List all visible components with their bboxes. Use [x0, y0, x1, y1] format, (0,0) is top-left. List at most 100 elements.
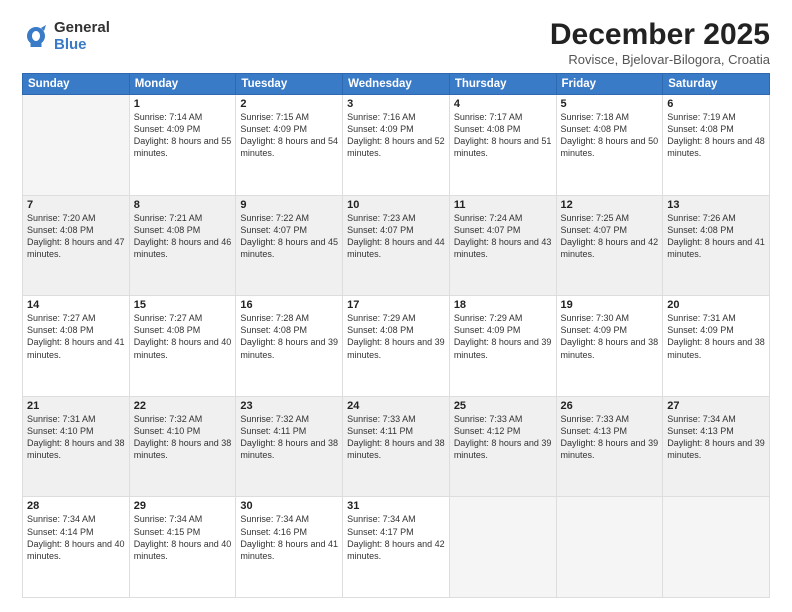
day-info: Sunrise: 7:33 AMSunset: 4:12 PMDaylight:…	[454, 413, 552, 462]
calendar-cell: 28Sunrise: 7:34 AMSunset: 4:14 PMDayligh…	[23, 497, 130, 598]
header-wednesday: Wednesday	[343, 74, 450, 95]
calendar-cell: 6Sunrise: 7:19 AMSunset: 4:08 PMDaylight…	[663, 95, 770, 196]
calendar-week-row: 14Sunrise: 7:27 AMSunset: 4:08 PMDayligh…	[23, 296, 770, 397]
header: General Blue December 2025 Rovisce, Bjel…	[22, 18, 770, 67]
day-number: 29	[134, 500, 232, 512]
day-number: 1	[134, 98, 232, 110]
header-monday: Monday	[129, 74, 236, 95]
day-info: Sunrise: 7:24 AMSunset: 4:07 PMDaylight:…	[454, 212, 552, 261]
day-info: Sunrise: 7:16 AMSunset: 4:09 PMDaylight:…	[347, 111, 445, 160]
day-number: 8	[134, 199, 232, 211]
calendar-cell: 10Sunrise: 7:23 AMSunset: 4:07 PMDayligh…	[343, 195, 450, 296]
day-info: Sunrise: 7:34 AMSunset: 4:16 PMDaylight:…	[240, 513, 338, 562]
calendar-cell	[23, 95, 130, 196]
calendar-cell: 29Sunrise: 7:34 AMSunset: 4:15 PMDayligh…	[129, 497, 236, 598]
day-info: Sunrise: 7:19 AMSunset: 4:08 PMDaylight:…	[667, 111, 765, 160]
day-number: 5	[561, 98, 659, 110]
header-sunday: Sunday	[23, 74, 130, 95]
day-number: 7	[27, 199, 125, 211]
day-number: 17	[347, 299, 445, 311]
day-number: 23	[240, 400, 338, 412]
day-info: Sunrise: 7:29 AMSunset: 4:08 PMDaylight:…	[347, 312, 445, 361]
calendar-cell	[449, 497, 556, 598]
day-number: 13	[667, 199, 765, 211]
day-info: Sunrise: 7:32 AMSunset: 4:10 PMDaylight:…	[134, 413, 232, 462]
day-number: 6	[667, 98, 765, 110]
day-number: 25	[454, 400, 552, 412]
day-number: 4	[454, 98, 552, 110]
calendar-cell: 15Sunrise: 7:27 AMSunset: 4:08 PMDayligh…	[129, 296, 236, 397]
calendar-cell: 21Sunrise: 7:31 AMSunset: 4:10 PMDayligh…	[23, 396, 130, 497]
day-info: Sunrise: 7:31 AMSunset: 4:10 PMDaylight:…	[27, 413, 125, 462]
day-info: Sunrise: 7:18 AMSunset: 4:08 PMDaylight:…	[561, 111, 659, 160]
month-title: December 2025	[550, 18, 770, 51]
day-info: Sunrise: 7:27 AMSunset: 4:08 PMDaylight:…	[134, 312, 232, 361]
calendar-week-row: 7Sunrise: 7:20 AMSunset: 4:08 PMDaylight…	[23, 195, 770, 296]
day-number: 18	[454, 299, 552, 311]
calendar-cell: 7Sunrise: 7:20 AMSunset: 4:08 PMDaylight…	[23, 195, 130, 296]
calendar-cell: 1Sunrise: 7:14 AMSunset: 4:09 PMDaylight…	[129, 95, 236, 196]
day-number: 20	[667, 299, 765, 311]
day-info: Sunrise: 7:17 AMSunset: 4:08 PMDaylight:…	[454, 111, 552, 160]
calendar-cell: 24Sunrise: 7:33 AMSunset: 4:11 PMDayligh…	[343, 396, 450, 497]
day-info: Sunrise: 7:34 AMSunset: 4:14 PMDaylight:…	[27, 513, 125, 562]
day-number: 21	[27, 400, 125, 412]
day-info: Sunrise: 7:20 AMSunset: 4:08 PMDaylight:…	[27, 212, 125, 261]
day-number: 31	[347, 500, 445, 512]
calendar-cell	[556, 497, 663, 598]
day-info: Sunrise: 7:31 AMSunset: 4:09 PMDaylight:…	[667, 312, 765, 361]
day-number: 11	[454, 199, 552, 211]
day-number: 16	[240, 299, 338, 311]
logo-general-text: General	[54, 20, 110, 37]
day-info: Sunrise: 7:34 AMSunset: 4:15 PMDaylight:…	[134, 513, 232, 562]
calendar-cell: 12Sunrise: 7:25 AMSunset: 4:07 PMDayligh…	[556, 195, 663, 296]
day-info: Sunrise: 7:30 AMSunset: 4:09 PMDaylight:…	[561, 312, 659, 361]
calendar-cell: 4Sunrise: 7:17 AMSunset: 4:08 PMDaylight…	[449, 95, 556, 196]
day-number: 22	[134, 400, 232, 412]
calendar-cell: 20Sunrise: 7:31 AMSunset: 4:09 PMDayligh…	[663, 296, 770, 397]
calendar-cell: 16Sunrise: 7:28 AMSunset: 4:08 PMDayligh…	[236, 296, 343, 397]
calendar-cell: 14Sunrise: 7:27 AMSunset: 4:08 PMDayligh…	[23, 296, 130, 397]
calendar-cell: 19Sunrise: 7:30 AMSunset: 4:09 PMDayligh…	[556, 296, 663, 397]
calendar-page: General Blue December 2025 Rovisce, Bjel…	[0, 0, 792, 612]
day-number: 27	[667, 400, 765, 412]
day-number: 19	[561, 299, 659, 311]
calendar-cell: 31Sunrise: 7:34 AMSunset: 4:17 PMDayligh…	[343, 497, 450, 598]
calendar-cell: 25Sunrise: 7:33 AMSunset: 4:12 PMDayligh…	[449, 396, 556, 497]
calendar-week-row: 1Sunrise: 7:14 AMSunset: 4:09 PMDaylight…	[23, 95, 770, 196]
logo-icon	[22, 23, 50, 51]
day-info: Sunrise: 7:33 AMSunset: 4:11 PMDaylight:…	[347, 413, 445, 462]
logo-text: General Blue	[54, 20, 110, 53]
calendar-cell: 23Sunrise: 7:32 AMSunset: 4:11 PMDayligh…	[236, 396, 343, 497]
calendar-cell: 2Sunrise: 7:15 AMSunset: 4:09 PMDaylight…	[236, 95, 343, 196]
day-info: Sunrise: 7:25 AMSunset: 4:07 PMDaylight:…	[561, 212, 659, 261]
calendar-cell: 13Sunrise: 7:26 AMSunset: 4:08 PMDayligh…	[663, 195, 770, 296]
day-info: Sunrise: 7:34 AMSunset: 4:13 PMDaylight:…	[667, 413, 765, 462]
day-number: 24	[347, 400, 445, 412]
calendar-table: Sunday Monday Tuesday Wednesday Thursday…	[22, 73, 770, 598]
calendar-cell: 17Sunrise: 7:29 AMSunset: 4:08 PMDayligh…	[343, 296, 450, 397]
day-info: Sunrise: 7:21 AMSunset: 4:08 PMDaylight:…	[134, 212, 232, 261]
day-info: Sunrise: 7:14 AMSunset: 4:09 PMDaylight:…	[134, 111, 232, 160]
header-tuesday: Tuesday	[236, 74, 343, 95]
calendar-cell: 26Sunrise: 7:33 AMSunset: 4:13 PMDayligh…	[556, 396, 663, 497]
day-info: Sunrise: 7:32 AMSunset: 4:11 PMDaylight:…	[240, 413, 338, 462]
day-number: 10	[347, 199, 445, 211]
calendar-cell: 9Sunrise: 7:22 AMSunset: 4:07 PMDaylight…	[236, 195, 343, 296]
day-number: 30	[240, 500, 338, 512]
calendar-cell	[663, 497, 770, 598]
day-number: 12	[561, 199, 659, 211]
day-info: Sunrise: 7:29 AMSunset: 4:09 PMDaylight:…	[454, 312, 552, 361]
day-info: Sunrise: 7:28 AMSunset: 4:08 PMDaylight:…	[240, 312, 338, 361]
header-friday: Friday	[556, 74, 663, 95]
day-number: 28	[27, 500, 125, 512]
calendar-cell: 8Sunrise: 7:21 AMSunset: 4:08 PMDaylight…	[129, 195, 236, 296]
calendar-cell: 11Sunrise: 7:24 AMSunset: 4:07 PMDayligh…	[449, 195, 556, 296]
location: Rovisce, Bjelovar-Bilogora, Croatia	[550, 52, 770, 67]
day-number: 9	[240, 199, 338, 211]
calendar-cell: 30Sunrise: 7:34 AMSunset: 4:16 PMDayligh…	[236, 497, 343, 598]
day-number: 14	[27, 299, 125, 311]
day-info: Sunrise: 7:34 AMSunset: 4:17 PMDaylight:…	[347, 513, 445, 562]
calendar-cell: 5Sunrise: 7:18 AMSunset: 4:08 PMDaylight…	[556, 95, 663, 196]
day-info: Sunrise: 7:27 AMSunset: 4:08 PMDaylight:…	[27, 312, 125, 361]
